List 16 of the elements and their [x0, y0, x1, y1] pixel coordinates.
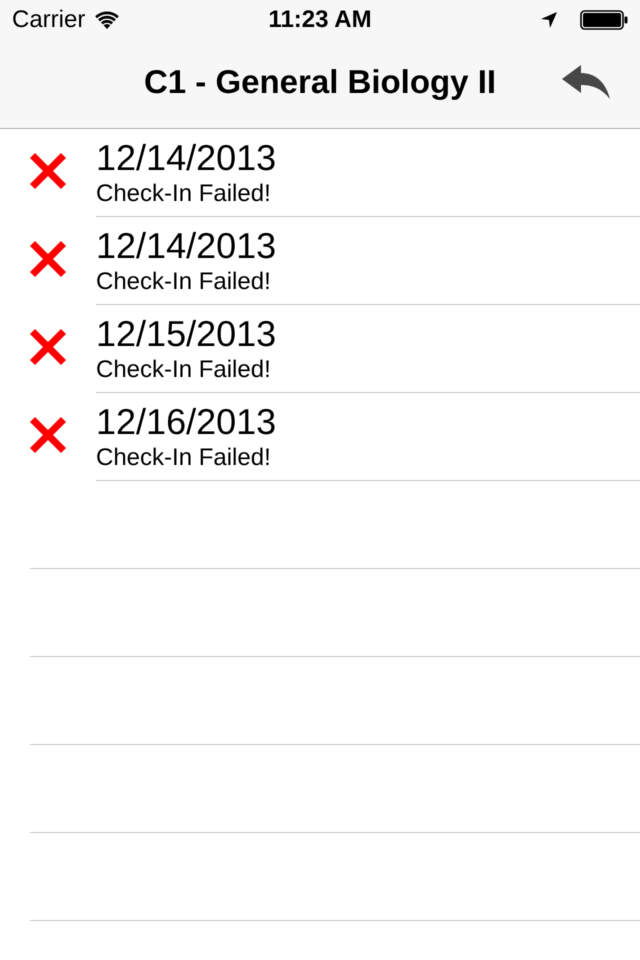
checkin-status: Check-In Failed! [96, 268, 271, 296]
reply-arrow-icon [562, 65, 610, 99]
checkin-date: 12/14/2013 [96, 227, 276, 265]
wifi-icon [95, 11, 120, 29]
checkin-status: Check-In Failed! [96, 180, 271, 208]
checkin-date: 12/14/2013 [96, 139, 276, 177]
checkin-date: 12/15/2013 [96, 315, 276, 353]
location-arrow-icon [541, 12, 557, 28]
back-button[interactable] [562, 65, 610, 99]
checkin-status: Check-In Failed! [96, 356, 271, 384]
carrier-label: Carrier [12, 6, 86, 34]
checkin-date: 12/16/2013 [96, 403, 276, 441]
battery-icon [580, 10, 628, 30]
checkin-status: Check-In Failed! [96, 444, 271, 472]
clock-time: 11:23 AM [268, 6, 372, 34]
nav-title: C1 - General Biology II [144, 62, 496, 102]
